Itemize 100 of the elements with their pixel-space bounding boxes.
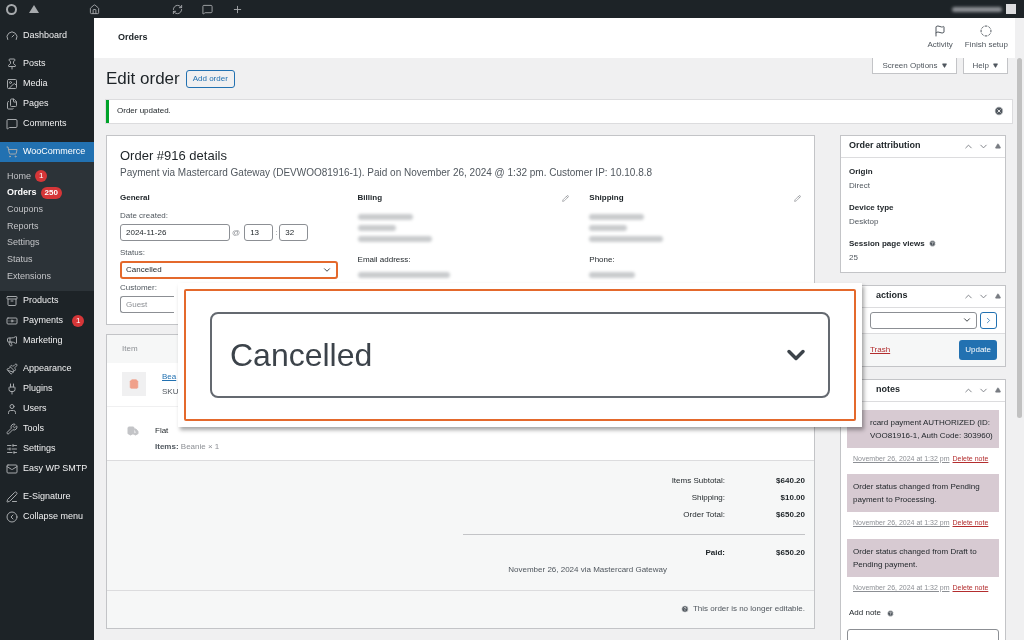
footer-note: This order is no longer editable. (692, 603, 805, 615)
menu-item[interactable]: Users (0, 398, 94, 419)
status-select[interactable]: Cancelled (120, 261, 338, 279)
field-value: Direct (849, 179, 871, 192)
field-label: Date created: (120, 210, 170, 222)
field-label: Add note (849, 607, 882, 619)
submenu-item[interactable]: Home 1 (0, 168, 94, 185)
menu-item[interactable]: Dashboard (0, 26, 94, 46)
header-action[interactable]: Finish setup (964, 25, 1008, 51)
menu-icon (6, 146, 18, 158)
chevron-right-icon (984, 315, 993, 325)
total-label: Shipping: (691, 492, 725, 504)
menu-icon (6, 294, 18, 307)
field-value: 25 (849, 251, 859, 264)
submenu-item[interactable]: Coupons (0, 201, 94, 219)
total-label: Paid: (705, 547, 725, 559)
menu-item[interactable]: E-Signature (0, 486, 94, 507)
order-title: Order #916 details (120, 146, 228, 165)
toggle-icon[interactable] (995, 387, 1001, 393)
box-title: notes (876, 384, 900, 395)
menu-item[interactable]: WooCommerce (0, 142, 94, 162)
redacted-text (589, 214, 645, 220)
note-text: Order status changed from Pending (853, 481, 981, 493)
action-select[interactable] (870, 311, 977, 329)
menu-item[interactable]: Media (0, 74, 94, 94)
hour-field[interactable]: 13 (244, 224, 274, 241)
menu-item[interactable]: Comments (0, 114, 94, 134)
chevron-icon (321, 265, 332, 275)
menu-icon (6, 490, 18, 503)
note-text: rcard payment AUTHORIZED (ID: (870, 416, 992, 429)
caret-icon (993, 63, 998, 68)
trash-link[interactable]: Trash (870, 343, 960, 356)
total-label: Items Subtotal: (671, 475, 725, 487)
date-field[interactable]: 2024-11-26 (120, 224, 230, 241)
customer-select[interactable]: Guest (120, 296, 174, 313)
new-icon[interactable] (232, 3, 243, 15)
menu-item[interactable]: Payments 1 (0, 310, 94, 331)
column-header: Item (122, 342, 138, 355)
submenu-item[interactable]: Status (0, 251, 94, 269)
product-link[interactable]: Bea (162, 370, 181, 383)
total-value: $640.20 (775, 475, 805, 487)
menu-icon (6, 402, 18, 415)
note-text: VOO81916-1, Auth Code: 303960) (870, 429, 993, 442)
menu-item[interactable]: Plugins (0, 378, 94, 399)
menu-icon (6, 314, 18, 327)
truck-icon (127, 424, 139, 437)
payment-note: November 26, 2024 via Mastercard Gateway (508, 563, 667, 576)
updates-icon[interactable] (172, 3, 183, 15)
menu-item[interactable]: Settings (0, 438, 94, 459)
menu-item[interactable]: Posts (0, 54, 94, 74)
screen-tab[interactable]: Help (962, 58, 1008, 74)
minute-field[interactable]: 32 (279, 224, 309, 241)
comments-icon[interactable] (202, 3, 213, 15)
flag-icon (934, 25, 947, 37)
notice-text: Order updated. (117, 105, 172, 117)
count-badge: 1 (72, 314, 85, 327)
edit-icon[interactable] (794, 194, 801, 202)
toggle-icon[interactable] (995, 293, 1001, 299)
shipping-method: Flat (155, 424, 170, 437)
menu-item[interactable]: Collapse menu (0, 506, 94, 527)
menu-item[interactable]: Easy WP SMTP (0, 458, 94, 479)
menu-icon (6, 334, 18, 347)
field-label: Origin (849, 165, 873, 178)
redacted-text (589, 225, 628, 231)
field-label: Status: (120, 247, 146, 259)
redacted-text (952, 6, 1002, 12)
network-icon[interactable] (29, 5, 39, 13)
redacted-text (589, 272, 636, 278)
menu-icon (6, 442, 18, 455)
at-sign: @ (232, 226, 241, 239)
home-icon[interactable] (89, 3, 100, 15)
dismiss-icon[interactable] (994, 106, 1004, 116)
apply-button[interactable] (980, 311, 997, 329)
redacted-text (357, 225, 396, 231)
menu-icon (6, 98, 18, 110)
logo-icon[interactable] (6, 3, 17, 15)
add-order-button[interactable]: Add order (185, 69, 235, 88)
redacted-text (357, 214, 413, 220)
menu-item[interactable]: Tools (0, 418, 94, 439)
box-title: Order attribution (849, 140, 921, 151)
header-action[interactable]: Activity (927, 25, 953, 51)
menu-item[interactable]: Marketing (0, 330, 94, 351)
total-value: $650.20 (775, 509, 805, 521)
shipping-items: Items: Beanie × 1 (155, 440, 220, 453)
edit-icon[interactable] (562, 194, 570, 202)
submenu-item[interactable]: Reports (0, 218, 94, 235)
progress-icon (980, 25, 993, 37)
field-label: Customer: (120, 282, 158, 294)
menu-item[interactable]: Appearance (0, 358, 94, 379)
menu-icon (6, 362, 18, 375)
submenu-item[interactable]: Settings (0, 234, 94, 252)
field-label: Email address: (357, 254, 412, 266)
submenu-item[interactable]: Orders 250 (0, 184, 94, 202)
menu-item[interactable]: Products (0, 290, 94, 311)
submenu-item[interactable]: Extensions (0, 268, 94, 285)
screen-tab[interactable]: Screen Options (872, 58, 957, 74)
toggle-icon[interactable] (995, 143, 1001, 149)
menu-item[interactable]: Pages (0, 94, 94, 114)
update-button[interactable]: Update (959, 339, 997, 360)
header-title: Orders (118, 31, 149, 45)
